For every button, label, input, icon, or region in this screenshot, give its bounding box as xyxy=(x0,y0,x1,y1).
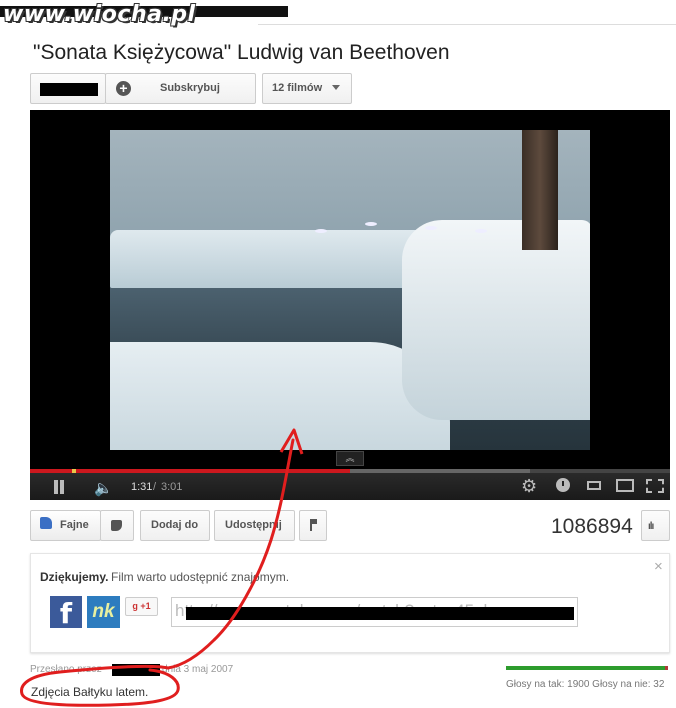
annotation-arrow-line xyxy=(166,438,295,670)
annotation-ellipse xyxy=(20,664,180,707)
red-arrow-annotation xyxy=(20,428,304,707)
